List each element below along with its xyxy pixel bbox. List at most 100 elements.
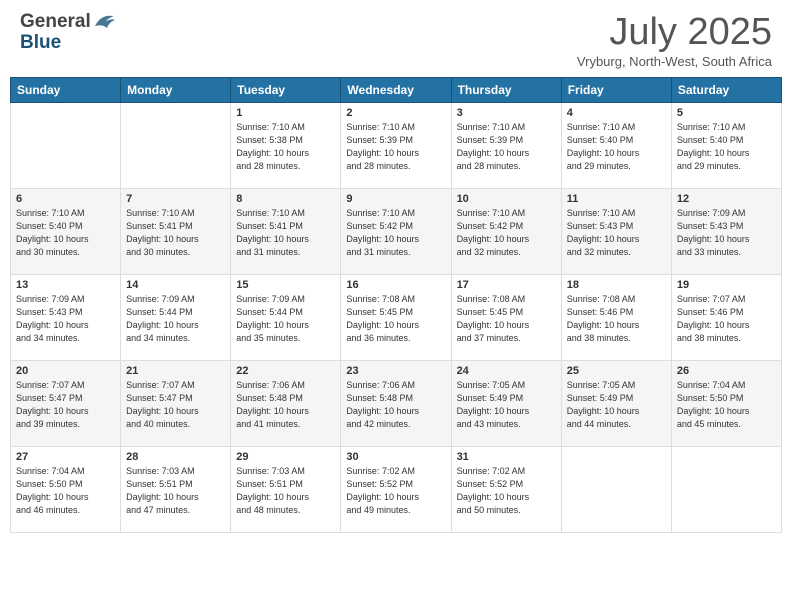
calendar-cell: 27 Sunrise: 7:04 AM Sunset: 5:50 PM Dayli… (11, 446, 121, 532)
calendar-week-1: 1 Sunrise: 7:10 AM Sunset: 5:38 PM Daylig… (11, 102, 782, 188)
day-number: 29 (236, 451, 335, 463)
col-sunday: Sunday (11, 77, 121, 102)
day-number: 9 (346, 193, 445, 205)
day-number: 24 (457, 365, 556, 377)
day-number: 15 (236, 279, 335, 291)
day-number: 23 (346, 365, 445, 377)
day-info: Sunrise: 7:10 AM Sunset: 5:39 PM Dayligh… (346, 121, 445, 173)
day-info: Sunrise: 7:07 AM Sunset: 5:47 PM Dayligh… (126, 379, 225, 431)
day-info: Sunrise: 7:08 AM Sunset: 5:45 PM Dayligh… (346, 293, 445, 345)
day-number: 22 (236, 365, 335, 377)
day-info: Sunrise: 7:02 AM Sunset: 5:52 PM Dayligh… (457, 465, 556, 517)
logo: General Blue (20, 12, 115, 54)
day-number: 30 (346, 451, 445, 463)
calendar-cell: 3 Sunrise: 7:10 AM Sunset: 5:39 PM Daylig… (451, 102, 561, 188)
day-info: Sunrise: 7:10 AM Sunset: 5:40 PM Dayligh… (16, 207, 115, 259)
header: General Blue July 2025 Vryburg, North-We… (0, 0, 792, 77)
day-number: 28 (126, 451, 225, 463)
day-number: 19 (677, 279, 776, 291)
calendar-cell: 11Sunrise: 7:10 AM Sunset: 5:43 PM Dayli… (561, 188, 671, 274)
calendar-cell (561, 446, 671, 532)
day-number: 4 (567, 107, 666, 119)
calendar-week-5: 27 Sunrise: 7:04 AM Sunset: 5:50 PM Dayli… (11, 446, 782, 532)
day-info: Sunrise: 7:06 AM Sunset: 5:48 PM Dayligh… (236, 379, 335, 431)
day-number: 21 (126, 365, 225, 377)
calendar-cell: 1 Sunrise: 7:10 AM Sunset: 5:38 PM Daylig… (231, 102, 341, 188)
calendar-cell: 2 Sunrise: 7:10 AM Sunset: 5:39 PM Daylig… (341, 102, 451, 188)
day-info: Sunrise: 7:10 AM Sunset: 5:40 PM Dayligh… (567, 121, 666, 173)
day-info: Sunrise: 7:07 AM Sunset: 5:46 PM Dayligh… (677, 293, 776, 345)
calendar-cell: 20 Sunrise: 7:07 AM Sunset: 5:47 PM Dayli… (11, 360, 121, 446)
calendar-week-3: 13Sunrise: 7:09 AM Sunset: 5:43 PM Dayli… (11, 274, 782, 360)
col-thursday: Thursday (451, 77, 561, 102)
calendar-cell: 16 Sunrise: 7:08 AM Sunset: 5:45 PM Dayli… (341, 274, 451, 360)
calendar-cell: 30 Sunrise: 7:02 AM Sunset: 5:52 PM Dayli… (341, 446, 451, 532)
day-number: 31 (457, 451, 556, 463)
calendar-cell: 8 Sunrise: 7:10 AM Sunset: 5:41 PM Daylig… (231, 188, 341, 274)
day-number: 20 (16, 365, 115, 377)
day-info: Sunrise: 7:10 AM Sunset: 5:42 PM Dayligh… (346, 207, 445, 259)
day-info: Sunrise: 7:10 AM Sunset: 5:40 PM Dayligh… (677, 121, 776, 173)
calendar-cell: 31 Sunrise: 7:02 AM Sunset: 5:52 PM Dayli… (451, 446, 561, 532)
day-number: 2 (346, 107, 445, 119)
day-info: Sunrise: 7:06 AM Sunset: 5:48 PM Dayligh… (346, 379, 445, 431)
col-monday: Monday (121, 77, 231, 102)
day-info: Sunrise: 7:04 AM Sunset: 5:50 PM Dayligh… (16, 465, 115, 517)
calendar-cell: 9 Sunrise: 7:10 AM Sunset: 5:42 PM Daylig… (341, 188, 451, 274)
day-number: 27 (16, 451, 115, 463)
calendar-cell: 25 Sunrise: 7:05 AM Sunset: 5:49 PM Dayli… (561, 360, 671, 446)
day-number: 1 (236, 107, 335, 119)
logo-text: General Blue (20, 12, 115, 54)
col-friday: Friday (561, 77, 671, 102)
bird-icon (93, 12, 115, 30)
day-info: Sunrise: 7:10 AM Sunset: 5:39 PM Dayligh… (457, 121, 556, 173)
col-tuesday: Tuesday (231, 77, 341, 102)
month-year: July 2025 (577, 12, 772, 54)
calendar-header: Sunday Monday Tuesday Wednesday Thursday… (11, 77, 782, 102)
day-number: 11 (567, 193, 666, 205)
day-info: Sunrise: 7:09 AM Sunset: 5:44 PM Dayligh… (126, 293, 225, 345)
calendar-cell (121, 102, 231, 188)
day-info: Sunrise: 7:09 AM Sunset: 5:44 PM Dayligh… (236, 293, 335, 345)
calendar-cell: 24 Sunrise: 7:05 AM Sunset: 5:49 PM Dayli… (451, 360, 561, 446)
day-number: 8 (236, 193, 335, 205)
calendar-cell: 15 Sunrise: 7:09 AM Sunset: 5:44 PM Dayli… (231, 274, 341, 360)
day-number: 16 (346, 279, 445, 291)
col-saturday: Saturday (671, 77, 781, 102)
day-info: Sunrise: 7:05 AM Sunset: 5:49 PM Dayligh… (567, 379, 666, 431)
day-info: Sunrise: 7:10 AM Sunset: 5:38 PM Dayligh… (236, 121, 335, 173)
calendar-cell: 12 Sunrise: 7:09 AM Sunset: 5:43 PM Dayli… (671, 188, 781, 274)
day-info: Sunrise: 7:07 AM Sunset: 5:47 PM Dayligh… (16, 379, 115, 431)
location: Vryburg, North-West, South Africa (577, 54, 772, 69)
day-info: Sunrise: 7:03 AM Sunset: 5:51 PM Dayligh… (236, 465, 335, 517)
calendar-cell: 5Sunrise: 7:10 AM Sunset: 5:40 PM Daylig… (671, 102, 781, 188)
day-info: Sunrise: 7:09 AM Sunset: 5:43 PM Dayligh… (16, 293, 115, 345)
calendar-cell: 14 Sunrise: 7:09 AM Sunset: 5:44 PM Dayli… (121, 274, 231, 360)
logo-blue: Blue (20, 32, 61, 53)
day-info: Sunrise: 7:02 AM Sunset: 5:52 PM Dayligh… (346, 465, 445, 517)
day-info: Sunrise: 7:09 AM Sunset: 5:43 PM Dayligh… (677, 207, 776, 259)
day-number: 10 (457, 193, 556, 205)
day-number: 3 (457, 107, 556, 119)
day-info: Sunrise: 7:08 AM Sunset: 5:45 PM Dayligh… (457, 293, 556, 345)
day-number: 17 (457, 279, 556, 291)
calendar-week-2: 6Sunrise: 7:10 AM Sunset: 5:40 PM Daylig… (11, 188, 782, 274)
calendar-cell: 28Sunrise: 7:03 AM Sunset: 5:51 PM Dayli… (121, 446, 231, 532)
calendar-cell: 17 Sunrise: 7:08 AM Sunset: 5:45 PM Dayli… (451, 274, 561, 360)
day-number: 25 (567, 365, 666, 377)
calendar-week-4: 20 Sunrise: 7:07 AM Sunset: 5:47 PM Dayli… (11, 360, 782, 446)
day-number: 7 (126, 193, 225, 205)
day-number: 18 (567, 279, 666, 291)
calendar-cell: 6Sunrise: 7:10 AM Sunset: 5:40 PM Daylig… (11, 188, 121, 274)
day-number: 14 (126, 279, 225, 291)
day-info: Sunrise: 7:10 AM Sunset: 5:41 PM Dayligh… (236, 207, 335, 259)
day-number: 12 (677, 193, 776, 205)
day-info: Sunrise: 7:08 AM Sunset: 5:46 PM Dayligh… (567, 293, 666, 345)
day-info: Sunrise: 7:10 AM Sunset: 5:42 PM Dayligh… (457, 207, 556, 259)
calendar-cell (11, 102, 121, 188)
col-wednesday: Wednesday (341, 77, 451, 102)
calendar-cell (671, 446, 781, 532)
calendar-cell: 26Sunrise: 7:04 AM Sunset: 5:50 PM Dayli… (671, 360, 781, 446)
calendar-cell: 7Sunrise: 7:10 AM Sunset: 5:41 PM Daylig… (121, 188, 231, 274)
day-info: Sunrise: 7:05 AM Sunset: 5:49 PM Dayligh… (457, 379, 556, 431)
